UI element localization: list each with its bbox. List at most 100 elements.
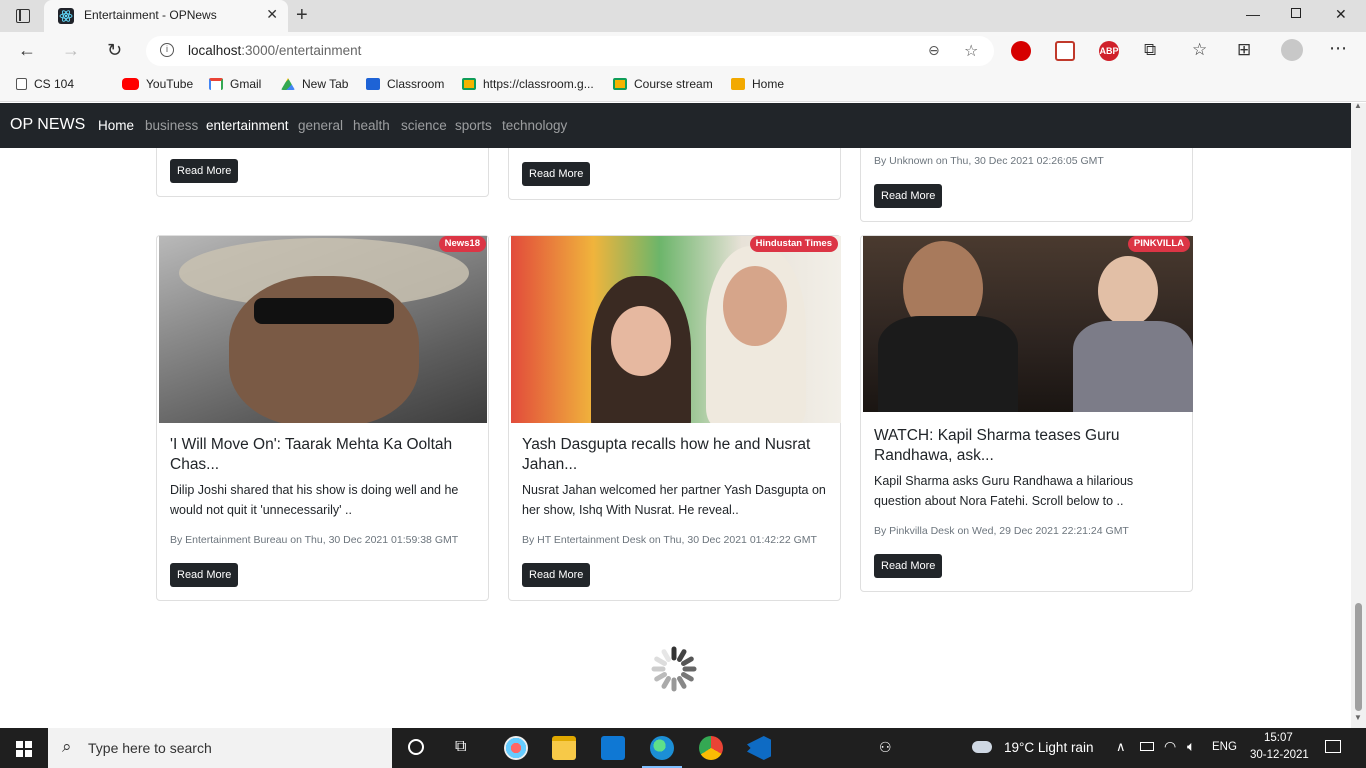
browser-toolbar: ← → ↻ i localhost:3000/entertainment ⊖ ☆… (0, 32, 1366, 70)
nav-link-sports[interactable]: sports (455, 118, 492, 133)
read-more-button[interactable]: Read More (874, 184, 943, 208)
scrollbar-thumb[interactable] (1355, 603, 1362, 711)
restore-icon[interactable] (1291, 8, 1301, 18)
new-tab-icon[interactable]: + (296, 4, 308, 27)
window-close-icon[interactable]: ✕ (1335, 6, 1347, 23)
nav-link-entertainment[interactable]: entertainment (206, 118, 289, 133)
react-favicon-icon (58, 8, 74, 24)
card-byline: By Pinkvilla Desk on Wed, 29 Dec 2021 22… (874, 525, 1129, 537)
browser-tab[interactable]: Entertainment - OPNews ✕ (44, 0, 288, 32)
bookmark-classroom-link[interactable]: https://classroom.g... (462, 77, 594, 91)
search-icon: ⌕ (62, 737, 72, 756)
windows-start-icon[interactable] (16, 741, 32, 757)
read-more-button[interactable]: Read More (170, 563, 239, 587)
chrome-icon[interactable] (699, 736, 723, 760)
collections-icon[interactable]: ⊞ (1237, 40, 1251, 60)
favorites-icon[interactable]: ☆ (1192, 40, 1207, 60)
card-image[interactable] (863, 236, 1193, 412)
source-badge: PINKVILLA (1127, 236, 1190, 252)
address-bar[interactable]: i localhost:3000/entertainment ⊖ ☆ (146, 36, 994, 66)
adblock-ext-icon[interactable]: ABP (1099, 41, 1119, 61)
bookmark-cs104[interactable]: CS 104 (16, 77, 74, 91)
nav-link-business[interactable]: business (145, 118, 198, 133)
people-icon[interactable]: ⚇ (879, 739, 892, 756)
bookmarks-bar: CS 104 YouTube Gmail New Tab Classroom h… (0, 70, 1366, 102)
nav-link-technology[interactable]: technology (502, 118, 567, 133)
bookmark-gmail[interactable]: Gmail (209, 77, 261, 91)
bookmark-new-tab[interactable]: New Tab (281, 77, 348, 91)
site-brand[interactable]: OP NEWS (10, 116, 85, 134)
news-card: Read More (156, 148, 489, 197)
search-placeholder: Type here to search (88, 740, 212, 756)
battery-icon[interactable] (1140, 742, 1154, 751)
card-byline: By HT Entertainment Desk on Thu, 30 Dec … (522, 534, 817, 546)
tab-title: Entertainment - OPNews (84, 8, 217, 22)
clock-time[interactable]: 15:07 (1264, 732, 1293, 744)
nav-link-home[interactable]: Home (98, 118, 134, 133)
card-title: 'I Will Move On': Taarak Mehta Ka Ooltah… (170, 436, 453, 473)
classroom-icon (366, 78, 380, 90)
paint-app-icon[interactable] (504, 736, 528, 760)
volume-icon[interactable]: 🔈︎ (1187, 738, 1195, 755)
mail-icon[interactable] (601, 736, 625, 760)
extensions-icon[interactable]: ⧉ (1144, 40, 1156, 60)
site-info-icon[interactable]: i (160, 43, 174, 57)
bookmark-home[interactable]: Home (731, 77, 784, 91)
card-title: WATCH: Kapil Sharma teases Guru Randhawa… (874, 427, 1120, 464)
shield-ext-icon[interactable] (1055, 41, 1075, 61)
minimize-icon[interactable]: — (1246, 6, 1260, 22)
profile-avatar[interactable] (1281, 39, 1303, 61)
show-hidden-icons[interactable]: ∧ (1116, 739, 1126, 755)
favorite-star-icon[interactable]: ☆ (964, 41, 978, 61)
source-badge: News18 (438, 236, 486, 252)
bookmark-classroom[interactable]: Classroom (366, 77, 444, 91)
back-icon[interactable]: ← (18, 40, 36, 61)
edge-icon[interactable] (650, 736, 674, 760)
read-more-button[interactable]: Read More (874, 554, 943, 578)
loading-spinner-icon (651, 646, 697, 692)
news-card: Read More (508, 148, 841, 200)
refresh-icon[interactable]: ↻ (107, 40, 122, 61)
news-card: Hindustan Times Yash Dasgupta recalls ho… (508, 235, 841, 601)
task-view-icon[interactable]: ⧉ (455, 738, 466, 756)
tab-actions-icon[interactable] (16, 9, 30, 23)
nav-link-general[interactable]: general (298, 118, 343, 133)
taskbar-search-box[interactable]: ⌕ Type here to search (48, 728, 392, 768)
opera-ext-icon[interactable] (1011, 41, 1031, 61)
weather-text[interactable]: 19°C Light rain (1004, 740, 1093, 755)
more-menu-icon[interactable]: ⋯ (1329, 38, 1347, 59)
language-indicator[interactable]: ENG (1212, 741, 1237, 753)
site-navbar: OP NEWS Home business entertainment gene… (0, 103, 1351, 148)
card-image[interactable] (511, 236, 841, 423)
tab-close-icon[interactable]: ✕ (266, 6, 278, 23)
scroll-down-icon[interactable]: ▼ (1354, 713, 1362, 722)
box-icon (731, 78, 745, 90)
card-description: Nusrat Jahan welcomed her partner Yash D… (522, 483, 826, 517)
wifi-icon[interactable]: ◠ (1164, 738, 1176, 755)
bookmark-youtube[interactable]: YouTube (122, 77, 193, 91)
card-image[interactable] (159, 236, 487, 423)
zoom-icon[interactable]: ⊖ (928, 42, 940, 59)
read-more-button[interactable]: Read More (522, 563, 591, 587)
notifications-icon[interactable] (1325, 740, 1341, 753)
gmail-icon (209, 78, 223, 90)
news-card: PINKVILLA WATCH: Kapil Sharma teases Gur… (860, 235, 1193, 592)
nav-link-science[interactable]: science (401, 118, 447, 133)
card-description: Kapil Sharma asks Guru Randhawa a hilari… (874, 474, 1134, 508)
cortana-icon[interactable] (408, 739, 424, 755)
browser-tab-bar: Entertainment - OPNews ✕ + — ✕ (0, 0, 1366, 32)
scroll-up-icon[interactable]: ▲ (1354, 101, 1362, 110)
bookmark-course-stream[interactable]: Course stream (613, 77, 713, 91)
read-more-button[interactable]: Read More (170, 159, 239, 183)
clock-date[interactable]: 30-12-2021 (1250, 749, 1309, 761)
forward-icon[interactable]: → (62, 40, 80, 61)
read-more-button[interactable]: Read More (522, 162, 591, 186)
vscode-icon[interactable] (747, 736, 771, 760)
card-byline: By Entertainment Bureau on Thu, 30 Dec 2… (170, 534, 459, 546)
card-title: Yash Dasgupta recalls how he and Nusrat … (522, 436, 811, 473)
news-card: News18 'I Will Move On': Taarak Mehta Ka… (156, 235, 489, 601)
nav-link-health[interactable]: health (353, 118, 390, 133)
file-explorer-icon[interactable] (552, 736, 576, 760)
news-card: By Unknown on Thu, 30 Dec 2021 02:26:05 … (860, 148, 1193, 222)
page-scrollbar[interactable]: ▲ ▼ (1351, 101, 1366, 728)
